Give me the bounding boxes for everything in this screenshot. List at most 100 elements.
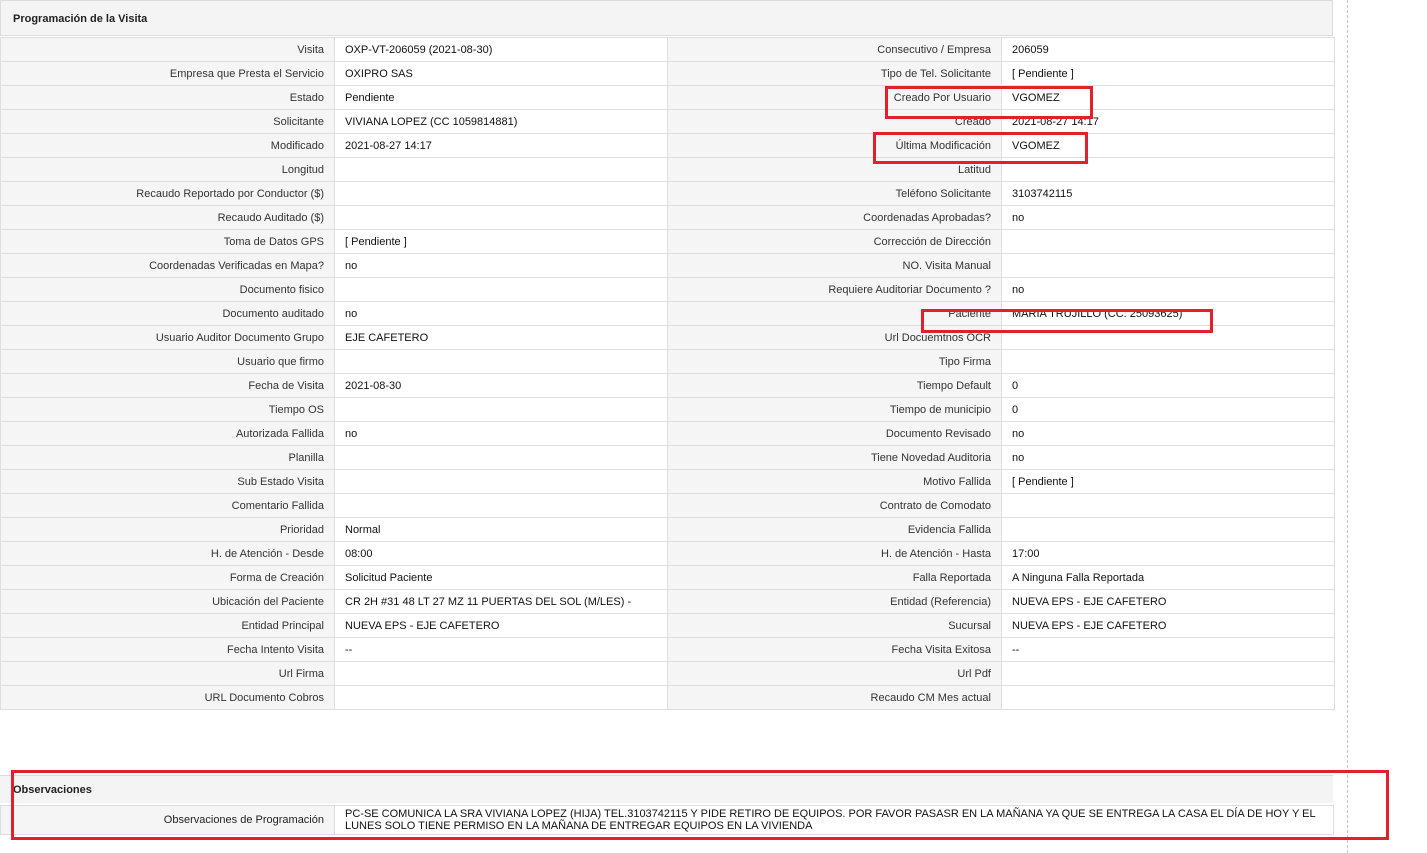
field-label-tiempo-os: Tiempo OS (0, 397, 335, 422)
field-value-tiene-novedad-auditoria: no (1001, 445, 1335, 470)
field-value-recaudo-auditado (334, 205, 668, 230)
field-label-recaudo-reportado-por-conductor: Recaudo Reportado por Conductor ($) (0, 181, 335, 206)
highlight-box-creado-por (885, 86, 1093, 119)
field-label-tiempo-de-municipio: Tiempo de municipio (667, 397, 1002, 422)
table-row: URL Documento Cobros Recaudo CM Mes actua… (0, 685, 1335, 710)
field-value-falla-reportada: A Ninguna Falla Reportada (1001, 565, 1335, 590)
field-value-h-de-atencion-hasta: 17:00 (1001, 541, 1335, 566)
field-value-planilla (334, 445, 668, 470)
field-value-fecha-de-visita: 2021-08-30 (334, 373, 668, 398)
field-label-documento-auditado: Documento auditado (0, 301, 335, 326)
field-value-fecha-intento-visita: -- (334, 637, 668, 662)
field-value-tipo-de-tel-solicitante: [ Pendiente ] (1001, 61, 1335, 86)
table-row: Fecha Intento Visita -- Fecha Visita Exit… (0, 637, 1335, 662)
field-label-visita: Visita (0, 37, 335, 62)
table-row: Tiempo OS Tiempo de municipio 0 (0, 397, 1335, 422)
field-value-telefono-solicitante: 3103742115 (1001, 181, 1335, 206)
section-title: Programación de la Visita (13, 13, 148, 25)
table-row: Forma de Creación Solicitud Paciente Falla… (0, 565, 1335, 590)
field-value-motivo-fallida: [ Pendiente ] (1001, 469, 1335, 494)
field-label-usuario-que-firmo: Usuario que firmo (0, 349, 335, 374)
field-value-coordenadas-verificadas-en-mapa: no (334, 253, 668, 278)
field-label-contrato-de-comodato: Contrato de Comodato (667, 493, 1002, 518)
field-label-longitud: Longitud (0, 157, 335, 182)
field-value-sucursal: NUEVA EPS - EJE CAFETERO (1001, 613, 1335, 638)
field-value-fecha-visita-exitosa: -- (1001, 637, 1335, 662)
field-label-sucursal: Sucursal (667, 613, 1002, 638)
field-value-url-pdf (1001, 661, 1335, 686)
table-row: Empresa que Presta el Servicio OXIPRO SAS… (0, 61, 1335, 86)
field-value-prioridad: Normal (334, 517, 668, 542)
field-value-estado: Pendiente (334, 85, 668, 110)
field-label-empresa-que-presta-el-servicio: Empresa que Presta el Servicio (0, 61, 335, 86)
field-label-tipo-de-tel-solicitante: Tipo de Tel. Solicitante (667, 61, 1002, 86)
field-label-entidad-referencia: Entidad (Referencia) (667, 589, 1002, 614)
field-value-recaudo-reportado-por-conductor (334, 181, 668, 206)
field-label-entidad-principal: Entidad Principal (0, 613, 335, 638)
field-value-url-firma (334, 661, 668, 686)
field-value-no-visita-manual (1001, 253, 1335, 278)
table-row: Comentario Fallida Contrato de Comodato (0, 493, 1335, 518)
section-header: Programación de la Visita (0, 0, 1333, 36)
field-label-tiene-novedad-auditoria: Tiene Novedad Auditoria (667, 445, 1002, 470)
table-row: Coordenadas Verificadas en Mapa? no NO. V… (0, 253, 1335, 278)
table-row: Prioridad Normal Evidencia Fallida (0, 517, 1335, 542)
field-label-toma-de-datos-gps: Toma de Datos GPS (0, 229, 335, 254)
highlight-box-ultima-modificacion (873, 132, 1088, 164)
visit-details-table: Visita OXP-VT-206059 (2021-08-30) Consecut… (0, 37, 1335, 710)
field-value-correccion-de-direccion (1001, 229, 1335, 254)
field-label-consecutivo-empresa: Consecutivo / Empresa (667, 37, 1002, 62)
field-value-requiere-auditoriar-documento: no (1001, 277, 1335, 302)
highlight-box-observaciones (11, 770, 1389, 840)
table-row: Toma de Datos GPS[ Pendiente ] Corrección… (0, 229, 1335, 254)
field-label-telefono-solicitante: Teléfono Solicitante (667, 181, 1002, 206)
table-row: Documento fisico Requiere Auditoriar Docu… (0, 277, 1335, 302)
field-value-url-documento-cobros (334, 685, 668, 710)
field-label-planilla: Planilla (0, 445, 335, 470)
field-label-url-documento-cobros: URL Documento Cobros (0, 685, 335, 710)
field-value-evidencia-fallida (1001, 517, 1335, 542)
field-label-coordenadas-aprobadas: Coordenadas Aprobadas? (667, 205, 1002, 230)
table-row: Modificado 2021-08-27 14:17 Última Modific… (0, 133, 1335, 158)
field-value-visita: OXP-VT-206059 (2021-08-30) (334, 37, 668, 62)
field-label-fecha-intento-visita: Fecha Intento Visita (0, 637, 335, 662)
field-value-entidad-referencia: NUEVA EPS - EJE CAFETERO (1001, 589, 1335, 614)
field-value-documento-revisado: no (1001, 421, 1335, 446)
field-label-sub-estado-visita: Sub Estado Visita (0, 469, 335, 494)
table-row: Longitud Latitud (0, 157, 1335, 182)
field-value-empresa-que-presta-el-servicio: OXIPRO SAS (334, 61, 668, 86)
field-value-tipo-firma (1001, 349, 1335, 374)
field-value-forma-de-creacion: Solicitud Paciente (334, 565, 668, 590)
field-value-entidad-principal: NUEVA EPS - EJE CAFETERO (334, 613, 668, 638)
field-label-prioridad: Prioridad (0, 517, 335, 542)
field-value-modificado: 2021-08-27 14:17 (334, 133, 668, 158)
field-value-tiempo-os (334, 397, 668, 422)
field-label-url-pdf: Url Pdf (667, 661, 1002, 686)
field-label-fecha-de-visita: Fecha de Visita (0, 373, 335, 398)
field-value-solicitante: VIVIANA LOPEZ (CC 1059814881) (334, 109, 668, 134)
field-label-solicitante: Solicitante (0, 109, 335, 134)
field-label-documento-fisico: Documento fisico (0, 277, 335, 302)
table-row: Recaudo Reportado por Conductor ($) Teléf… (0, 181, 1335, 206)
field-label-forma-de-creacion: Forma de Creación (0, 565, 335, 590)
field-label-h-de-atencion-desde: H. de Atención - Desde (0, 541, 335, 566)
field-value-consecutivo-empresa: 206059 (1001, 37, 1335, 62)
field-label-no-visita-manual: NO. Visita Manual (667, 253, 1002, 278)
table-row: H. de Atención - Desde 08:00 H. de Atenció… (0, 541, 1335, 566)
field-label-usuario-auditor-documento-grupo: Usuario Auditor Documento Grupo (0, 325, 335, 350)
field-label-url-firma: Url Firma (0, 661, 335, 686)
field-value-ubicacion-del-paciente: CR 2H #31 48 LT 27 MZ 11 PUERTAS DEL SOL… (334, 589, 668, 614)
field-value-sub-estado-visita (334, 469, 668, 494)
table-row: Planilla Tiene Novedad Auditoria no (0, 445, 1335, 470)
table-row: Url Firma Url Pdf (0, 661, 1335, 686)
field-label-fecha-visita-exitosa: Fecha Visita Exitosa (667, 637, 1002, 662)
field-label-tipo-firma: Tipo Firma (667, 349, 1002, 374)
field-label-requiere-auditoriar-documento: Requiere Auditoriar Documento ? (667, 277, 1002, 302)
table-row: Ubicación del Paciente CR 2H #31 48 LT 27… (0, 589, 1335, 614)
field-label-falla-reportada: Falla Reportada (667, 565, 1002, 590)
field-label-coordenadas-verificadas-en-mapa: Coordenadas Verificadas en Mapa? (0, 253, 335, 278)
field-label-documento-revisado: Documento Revisado (667, 421, 1002, 446)
field-label-h-de-atencion-hasta: H. de Atención - Hasta (667, 541, 1002, 566)
table-row: Visita OXP-VT-206059 (2021-08-30) Consecut… (0, 37, 1335, 62)
highlight-box-paciente (921, 309, 1213, 333)
